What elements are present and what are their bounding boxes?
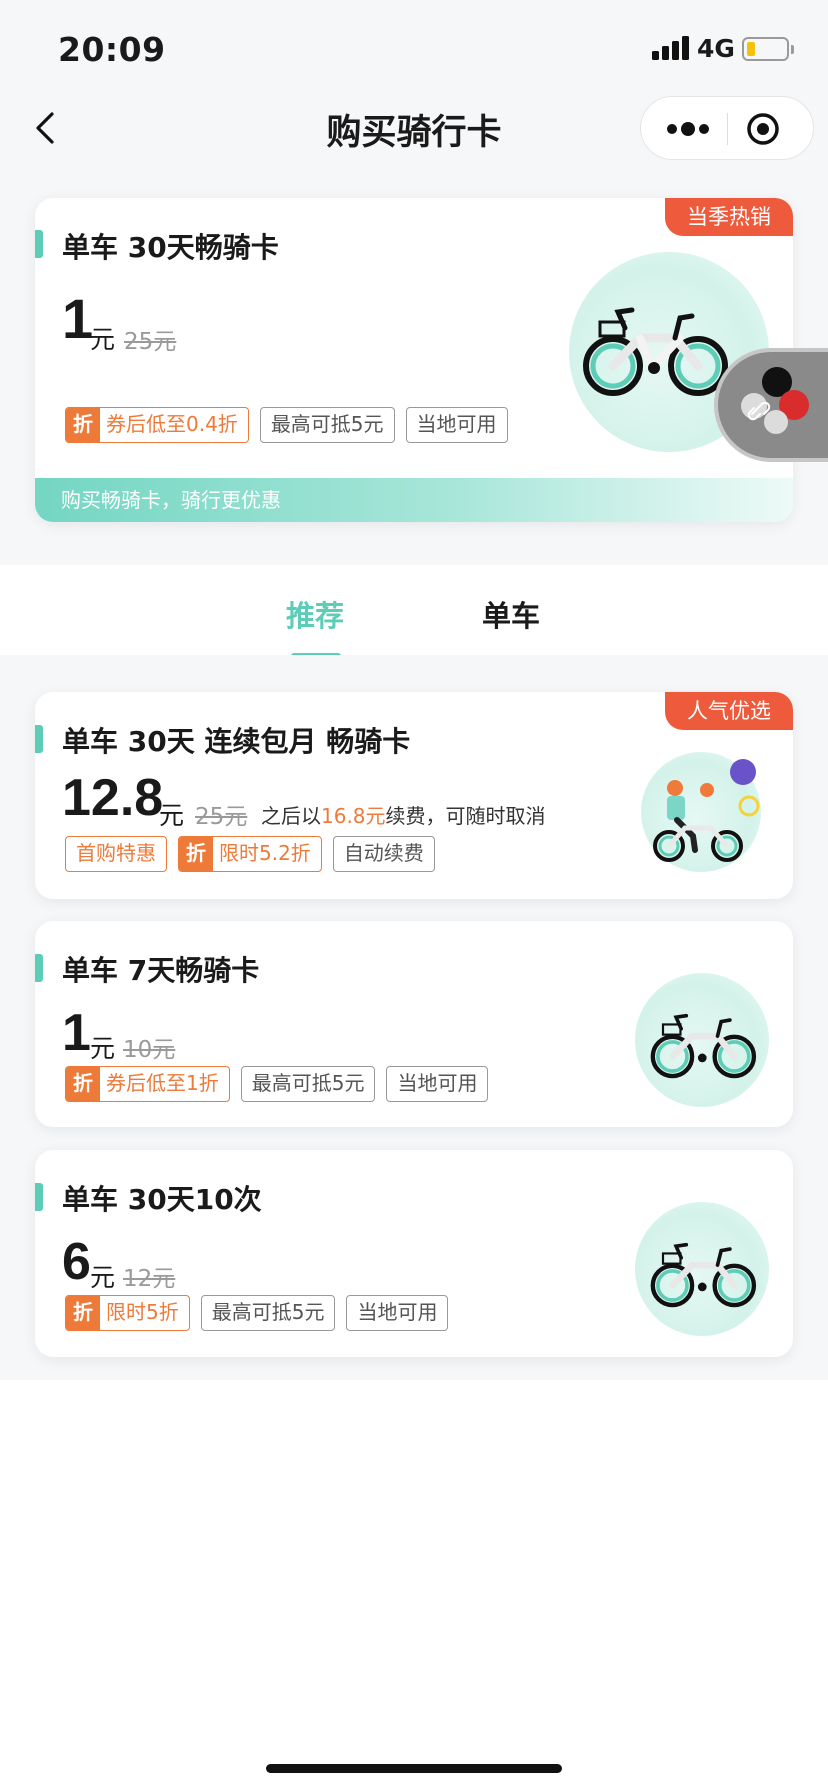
original-price: 25元: [195, 804, 248, 830]
battery-icon: [742, 37, 789, 61]
price-unit: 元: [90, 1034, 116, 1063]
renew-price: 16.8元: [321, 804, 386, 828]
home-indicator[interactable]: [266, 1764, 562, 1773]
tab-recommend[interactable]: 推荐: [286, 593, 344, 635]
mini-program-capsule: [640, 96, 814, 160]
signal-icon: [652, 36, 690, 60]
hot-badge: 当季热销: [665, 198, 793, 236]
zhe-mark: 折: [66, 408, 100, 442]
renew-prefix: 之后以: [261, 804, 321, 828]
local-tag: 当地可用: [346, 1295, 449, 1331]
monthly-card[interactable]: 人气优选 单车 30天 连续包月 畅骑卡 12.8 元 25元 之后以16.8元…: [35, 692, 793, 899]
original-price: 25元: [124, 329, 177, 355]
floating-assistant-ball[interactable]: [714, 348, 828, 462]
discount-tag-label: 限时5折: [106, 1300, 179, 1324]
bike-icon: [650, 1242, 757, 1308]
zhe-mark: 折: [66, 1296, 100, 1330]
tag-row: 折 券后低至0.4折 最高可抵5元 当地可用: [65, 407, 508, 443]
tab-bike[interactable]: 单车: [482, 593, 540, 635]
price-unit: 元: [90, 325, 116, 354]
zhe-mark: 折: [179, 837, 213, 871]
title-accent: [35, 230, 43, 258]
status-bar: 20:09 4G: [0, 0, 828, 88]
price-value: 6: [62, 1233, 91, 1291]
tag-row: 折 限时5折 最高可抵5元 当地可用: [65, 1295, 449, 1331]
deduct-tag: 最高可抵5元: [200, 1295, 336, 1331]
discount-tag: 折 券后低至1折: [65, 1066, 230, 1102]
renew-note: 之后以16.8元续费，可随时取消: [261, 800, 546, 829]
price-value: 12.8: [62, 769, 164, 827]
local-tag: 当地可用: [386, 1066, 489, 1102]
more-dots-icon[interactable]: [663, 115, 713, 143]
bike-icon: [650, 1013, 757, 1079]
discount-tag-label: 券后低至1折: [106, 1071, 219, 1095]
price-value: 1: [62, 287, 94, 350]
original-price: 12元: [123, 1266, 176, 1292]
discount-tag: 折 券后低至0.4折: [65, 407, 249, 443]
title-accent: [35, 1183, 43, 1211]
card-title: 单车 30天畅骑卡: [62, 231, 279, 264]
battery-tip: [791, 45, 794, 54]
deduct-tag: 最高可抵5元: [240, 1066, 376, 1102]
price-value: 1: [62, 1004, 91, 1062]
zhe-mark: 折: [66, 1067, 100, 1101]
auto-renew-tag: 自动续费: [332, 836, 435, 872]
discount-tag-label: 限时5.2折: [219, 841, 311, 865]
first-purchase-tag: 首购特惠: [65, 836, 167, 872]
capsule-divider: [727, 113, 728, 145]
tag-row: 折 券后低至1折 最高可抵5元 当地可用: [65, 1066, 489, 1102]
popular-badge: 人气优选: [665, 692, 793, 730]
local-tag: 当地可用: [405, 407, 508, 443]
featured-card[interactable]: 当季热销 单车 30天畅骑卡 1 元 25元 折 券后低至0.4折 最高可抵5元…: [35, 198, 793, 522]
network-label: 4G: [697, 34, 735, 63]
tag-row: 首购特惠 折 限时5.2折 自动续费: [65, 836, 435, 872]
card-title: 单车 30天 连续包月 畅骑卡: [62, 725, 411, 758]
card-title: 单车 7天畅骑卡: [62, 954, 260, 987]
discount-tag: 折 限时5.2折: [178, 836, 322, 872]
card-title: 单车 30天10次: [62, 1183, 262, 1216]
price-unit: 元: [90, 1263, 116, 1292]
discount-tag: 折 限时5折: [65, 1295, 190, 1331]
seven-day-card[interactable]: 单车 7天畅骑卡 1 元 10元 折 券后低至1折 最高可抵5元 当地可用: [35, 921, 793, 1127]
title-accent: [35, 725, 43, 753]
deduct-tag: 最高可抵5元: [259, 407, 395, 443]
bike-icon: [583, 307, 728, 396]
title-accent: [35, 954, 43, 982]
link-icon: [747, 401, 771, 421]
close-target-icon[interactable]: [745, 111, 781, 147]
card-footer-banner: 购买畅骑卡，骑行更优惠: [35, 478, 793, 522]
price-unit: 元: [159, 801, 185, 830]
status-time: 20:09: [58, 30, 166, 69]
renew-suffix: 续费，可随时取消: [385, 804, 546, 828]
ten-rides-card[interactable]: 单车 30天10次 6 元 12元 折 限时5折 最高可抵5元 当地可用: [35, 1150, 793, 1357]
discount-tag-label: 券后低至0.4折: [106, 412, 238, 436]
original-price: 10元: [123, 1037, 176, 1063]
cyclist-icon: [653, 759, 760, 862]
